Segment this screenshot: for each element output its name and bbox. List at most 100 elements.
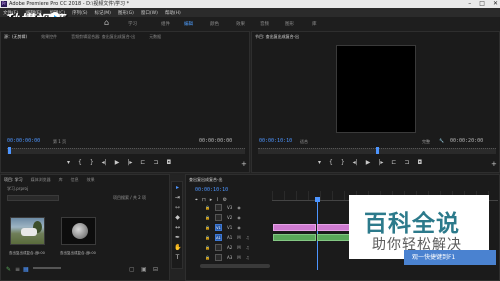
- workspace-tab-effects[interactable]: 效果: [236, 21, 245, 27]
- program-playhead[interactable]: [376, 147, 379, 154]
- workspace-tab-libraries[interactable]: 库: [312, 21, 317, 27]
- source-playhead[interactable]: [8, 147, 11, 154]
- lock-icon[interactable]: 🔒: [205, 225, 210, 230]
- tab-effect-controls[interactable]: 效果控件: [41, 34, 57, 40]
- workspace-tab-color[interactable]: 颜色: [210, 21, 219, 27]
- list-view-icon[interactable]: ≡: [15, 266, 20, 273]
- workspace-tab-audio[interactable]: 音频: [260, 21, 269, 27]
- workspace-tab-graphics[interactable]: 图形: [285, 21, 294, 27]
- source-timecode[interactable]: 00:00:00:00: [7, 138, 40, 144]
- selection-tool-icon[interactable]: ▸: [174, 184, 181, 191]
- lock-icon[interactable]: 🔒: [205, 205, 210, 210]
- play-icon[interactable]: ▶: [115, 159, 120, 166]
- program-step-back-icon[interactable]: ◂|: [353, 159, 358, 166]
- program-in-bracket-icon[interactable]: {: [329, 159, 333, 166]
- menu-help[interactable]: 帮助(H): [165, 10, 181, 16]
- track-target-a1[interactable]: A1: [214, 234, 222, 241]
- menu-window[interactable]: 窗口(W): [141, 10, 158, 16]
- mark-in-icon[interactable]: ▾: [67, 159, 70, 166]
- video-clip-1[interactable]: [273, 224, 316, 231]
- tab-source[interactable]: 源：(无剪辑): [4, 34, 27, 40]
- home-icon[interactable]: ⌂: [104, 19, 112, 27]
- lift-icon[interactable]: ⊏: [391, 159, 396, 166]
- new-item-icon[interactable]: ▣: [141, 266, 147, 273]
- track-target-a3[interactable]: [214, 254, 222, 261]
- camera-icon[interactable]: ◘: [417, 159, 422, 166]
- mic-icon[interactable]: ♫: [246, 255, 250, 260]
- wrench-icon[interactable]: 🔧: [439, 138, 444, 143]
- program-mark-icon[interactable]: ▾: [318, 159, 321, 166]
- mute-m-icon[interactable]: M: [237, 245, 240, 250]
- eye-icon[interactable]: ◉: [237, 215, 241, 220]
- mute-m-icon[interactable]: M: [237, 235, 240, 240]
- menu-graphics[interactable]: 图形(G): [118, 10, 134, 16]
- extract-icon[interactable]: ⊐: [404, 159, 409, 166]
- lock-icon[interactable]: 🔒: [205, 215, 210, 220]
- hand-tool-icon[interactable]: ✋: [174, 244, 181, 251]
- program-quality-select[interactable]: 完整: [422, 139, 430, 145]
- source-page-label[interactable]: 第 1 页: [53, 139, 66, 145]
- workspace-tab-assembly[interactable]: 组件: [161, 21, 170, 27]
- workspace-tab-learn[interactable]: 学习: [128, 21, 137, 27]
- insert-icon[interactable]: ⊏: [140, 159, 145, 166]
- menu-marker[interactable]: 标记(M): [95, 10, 111, 16]
- project-search-input[interactable]: [7, 195, 59, 201]
- clear-icon[interactable]: ⊟: [153, 266, 158, 273]
- pencil-icon[interactable]: ✎: [6, 266, 11, 273]
- track-target-v2[interactable]: [214, 214, 222, 221]
- close-button[interactable]: ✕: [493, 0, 498, 8]
- clip-thumbnail-horse[interactable]: [10, 217, 45, 245]
- program-timecode[interactable]: 00:00:10:10: [259, 138, 292, 144]
- track-target-v3[interactable]: [214, 204, 222, 211]
- mark-out-bracket-icon[interactable]: }: [90, 159, 94, 166]
- eye-icon[interactable]: ◉: [237, 225, 241, 230]
- minimize-button[interactable]: –: [468, 0, 471, 8]
- tab-info[interactable]: 信息: [71, 177, 79, 183]
- tab-sequence[interactable]: 查出复出成复合-出: [189, 177, 222, 183]
- ripple-edit-tool-icon[interactable]: ⇿: [174, 204, 181, 211]
- step-back-icon[interactable]: ◂|: [102, 159, 107, 166]
- program-out-bracket-icon[interactable]: }: [341, 159, 345, 166]
- mic-icon[interactable]: ♫: [246, 245, 250, 250]
- overwrite-icon[interactable]: ⊐: [153, 159, 158, 166]
- video-clip-2[interactable]: [317, 224, 350, 231]
- program-scrubber[interactable]: [258, 147, 496, 154]
- zoom-slider[interactable]: [33, 267, 61, 269]
- timeline-timecode[interactable]: 00:00:10:10: [195, 187, 228, 193]
- icon-view-icon[interactable]: ▦: [23, 266, 29, 273]
- audio-clip-2[interactable]: [317, 234, 350, 241]
- tab-libraries[interactable]: 库: [59, 177, 63, 183]
- export-frame-icon[interactable]: ◘: [166, 159, 171, 166]
- program-add-button-icon[interactable]: +: [491, 160, 497, 168]
- mark-in-bracket-icon[interactable]: {: [78, 159, 82, 166]
- tab-program[interactable]: 节目: 查出复出成复合-出: [255, 34, 299, 40]
- tab-metadata[interactable]: 元数据: [149, 34, 161, 40]
- timeline-playhead[interactable]: [315, 197, 320, 202]
- lock-icon[interactable]: 🔒: [205, 245, 210, 250]
- maximize-button[interactable]: □: [479, 0, 485, 8]
- eye-icon[interactable]: ◉: [237, 205, 241, 210]
- track-target-v1[interactable]: V1: [214, 224, 222, 231]
- step-forward-icon[interactable]: |▸: [127, 159, 132, 166]
- type-tool-icon[interactable]: T: [174, 254, 181, 261]
- menu-sequence[interactable]: 序列(S): [72, 10, 87, 16]
- program-fit-select[interactable]: 适合: [300, 139, 308, 145]
- mic-icon[interactable]: ♫: [246, 235, 250, 240]
- track-target-a2[interactable]: [214, 244, 222, 251]
- lock-icon[interactable]: 🔒: [205, 255, 210, 260]
- new-bin-icon[interactable]: ▢: [129, 266, 135, 273]
- lock-icon[interactable]: 🔒: [205, 235, 210, 240]
- tab-effects[interactable]: 效果: [87, 177, 95, 183]
- tab-media-browser[interactable]: 媒体浏览器: [31, 177, 51, 183]
- tab-project[interactable]: 项目: 学习: [4, 177, 23, 183]
- track-select-tool-icon[interactable]: ⇥: [174, 194, 181, 201]
- source-add-button-icon[interactable]: +: [241, 160, 247, 168]
- tab-audio-clip-mixer[interactable]: 音频剪辑混合器: 查出复出成复合-出: [71, 34, 135, 40]
- razor-tool-icon[interactable]: ◆: [174, 214, 181, 221]
- slip-tool-icon[interactable]: ↔: [174, 224, 181, 231]
- program-play-icon[interactable]: ▶: [366, 159, 371, 166]
- program-step-forward-icon[interactable]: |▸: [378, 159, 383, 166]
- timeline-zoom-scrollbar[interactable]: [200, 264, 270, 268]
- audio-clip-1[interactable]: [273, 234, 316, 241]
- workspace-tab-editing[interactable]: 编辑: [184, 21, 193, 27]
